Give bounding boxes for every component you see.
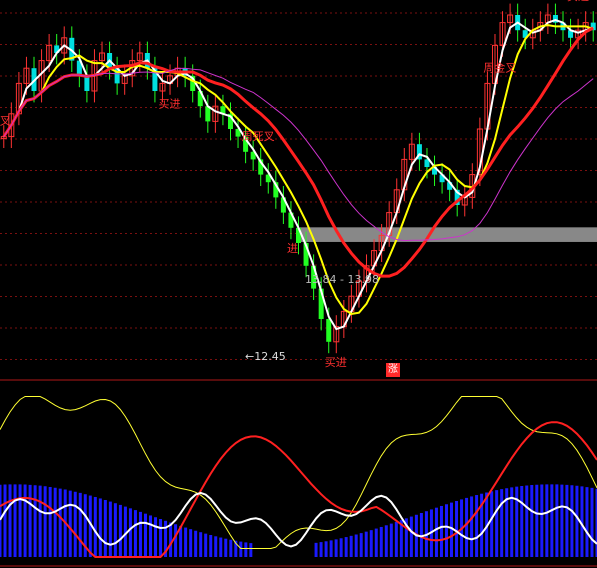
signal-label: 买进	[325, 356, 347, 369]
signal-label: 周金叉	[483, 60, 516, 74]
signal-label: 叉	[0, 115, 11, 128]
low-price-marker-label: ←12.45	[245, 350, 286, 363]
signal-label: 买进	[158, 97, 180, 110]
signal-label: 进	[287, 242, 298, 255]
signal-label: 周死叉	[242, 130, 275, 143]
chart-stage: 买进周死叉进周金叉买进叉买进 13.84 - 13.98 ←12.45 涨	[0, 0, 597, 568]
rise-badge: 涨	[386, 363, 400, 377]
signal-label: 买进	[567, 0, 589, 3]
price-chart-svg: 买进周死叉进周金叉买进叉买进	[0, 0, 597, 567]
moving-average-line	[3, 67, 594, 242]
candle-body	[84, 75, 90, 91]
price-range-band	[300, 227, 597, 242]
range-readout-label: 13.84 - 13.98	[305, 273, 379, 286]
candle-body	[326, 319, 332, 342]
